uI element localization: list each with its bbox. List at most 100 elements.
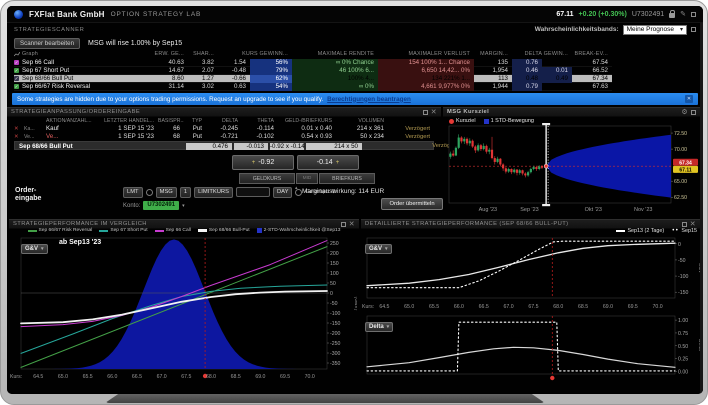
compare-chart[interactable]: 250200150100500-50-100-150-200-250-300-3… [9,235,357,381]
svg-text:66.5: 66.5 [132,374,142,380]
account-label: Konto: [123,203,140,209]
line-swatch [198,229,207,232]
svg-text:-350: -350 [330,361,340,367]
table-row[interactable]: ✓Sep 66/67 Risk Reversal 31.143.020.63 5… [14,83,612,91]
col-max-rendite[interactable]: MAXIMALE RENDITE [292,51,378,57]
checkbox-checked-icon[interactable]: ✓ [14,68,19,73]
expand-icon[interactable] [682,222,687,227]
delayed-status: Verzögert [388,125,434,133]
svg-text:65.0: 65.0 [58,374,68,380]
layout-icon[interactable] [691,12,696,17]
col-letzter-handel: LETZTER HANDEL... [92,118,158,124]
probability-bands-value: Meine Prognose [627,26,674,33]
scrollbar[interactable] [700,23,703,394]
tif-select[interactable]: DAY [273,187,293,198]
probability-bands-select[interactable]: Meine Prognose ▾ [623,25,687,35]
edit-icon[interactable]: ✎ [680,11,686,18]
remove-leg-icon[interactable]: ✕ [14,133,24,141]
svg-text:66.0: 66.0 [107,374,117,380]
account-value: U7302491 [143,201,179,210]
section-label: STRATEGIESCANNER [14,27,84,33]
col-graph[interactable]: Graph [14,51,144,57]
svg-text:0: 0 [678,242,681,248]
col-delta-gewinn[interactable]: DELTA GEWIN... [512,51,572,57]
tab-geldkurs[interactable]: GELDKURS [239,173,295,184]
laptop-bezel: FXFlat Bank GmbH OPTION STRATEGY LAB 67.… [0,0,708,405]
cycle-icon[interactable] [146,189,153,196]
svg-text:-50: -50 [678,258,686,264]
detail-delta-chart[interactable]: 1.000.750.500.250.00Delta [361,312,701,383]
col-geld-brief: GELD-/BRIEFKURS [278,118,336,124]
col-kursgewinn[interactable]: KURS GEWINN... [218,51,292,57]
svg-text:66.0: 66.0 [454,304,464,310]
plus-icon: + [336,160,340,166]
leg-row-sell[interactable]: ✕ Ve... Ve... 1 SEP 15 '23 68 Put -0.721… [14,133,434,141]
svg-text:72.50: 72.50 [674,131,687,137]
gear-icon[interactable]: ⚙ [681,109,688,116]
chevron-down-icon: ▾ [680,26,683,33]
col-sharpe[interactable]: SHAR... [188,51,218,57]
combo-row-selected[interactable]: Sep 68/66 Bull Put 0.476 -0.013 -0.92 x … [14,141,434,150]
svg-text:0.75: 0.75 [678,331,688,337]
bid-price-stepper[interactable]: +-0.92 [232,155,294,170]
close-icon[interactable]: ✕ [690,221,696,228]
brand-name: FXFlat Bank GmbH [29,10,105,19]
svg-text:0.50: 0.50 [678,344,688,350]
col-margin[interactable]: MARGIN... [474,51,512,57]
chevron-down-icon: ▾ [387,324,390,330]
expand-icon[interactable] [423,110,428,115]
kursziel-chart[interactable]: 72.5070.0065.0062.5067.3467.11Aug '23Sep… [444,116,701,214]
lock-icon[interactable] [669,13,675,18]
svg-text:67.0: 67.0 [157,374,167,380]
expand-icon[interactable] [341,222,346,227]
settings-icon[interactable] [691,27,696,32]
symbol-box[interactable]: MSG [156,187,177,198]
svg-text:250: 250 [330,241,339,247]
delta-metric-select[interactable]: Delta▾ [365,322,393,332]
col-max-verlust[interactable]: MAXIMALER VERLUST [378,51,474,57]
compare-subtitle: ab Sep13 '23 [59,239,101,246]
checkbox-checked-icon[interactable]: ✓ [14,84,19,89]
chevron-down-icon[interactable]: ▾ [182,203,185,209]
request-permissions-link[interactable]: Berechtigungen beantragen [327,96,411,103]
submit-order-button[interactable]: Order übermitteln [381,198,443,210]
svg-text:68.5: 68.5 [578,304,588,310]
adjust-column-headers: AKTION/ANZAHL... LETZTER HANDEL... BASIS… [14,118,434,124]
leg-row-buy[interactable]: ✕ Ka... Kauf 1 SEP 15 '23 66 Put -0.245 … [14,125,434,133]
price-type-tabs: GELDKURS MID BRIEFKURS [239,173,375,184]
svg-text:67.5: 67.5 [528,304,538,310]
col-basispreis: BASISPR... [158,118,184,124]
tab-mid[interactable]: MID [296,173,318,184]
order-entry-label: Order- eingabe [15,187,41,203]
metric-select[interactable]: G&V▾ [21,244,48,254]
limit-price-input[interactable] [236,187,270,197]
svg-text:Kurs:: Kurs: [362,304,374,310]
svg-text:69.0: 69.0 [255,374,265,380]
edit-scanner-button[interactable]: Scanner bearbeiten [14,38,80,49]
svg-text:62.50: 62.50 [674,195,687,201]
expand-icon[interactable] [691,110,696,115]
detail-pnl-chart[interactable]: 0-50-100-15064.565.065.566.066.567.067.5… [361,234,701,311]
checkbox-checked-icon[interactable]: ✓ [14,60,19,65]
tab-briefkurs[interactable]: BRIEFKURS [319,173,375,184]
compare-legend: Sep 66/67 Risk Reversal Sep 67 Short Put… [11,228,357,233]
svg-text:150: 150 [330,261,339,267]
close-icon[interactable]: ✕ [349,221,355,228]
remove-leg-icon[interactable]: ✕ [14,125,24,133]
col-erw[interactable]: ERW. GE... [144,51,188,57]
col-typ: TYP [184,118,206,124]
pnl-metric-select[interactable]: G&V▾ [365,244,392,254]
close-icon[interactable]: ✕ [685,95,693,103]
detail-panel-title: DETAILLIERTE STRATEGIEPERFORMANCE (SEP 6… [365,221,679,227]
kursziel-panel-title: MSG Kursziel [447,109,678,115]
order-type-select[interactable]: LMT [123,187,143,198]
close-icon[interactable]: ✕ [431,109,437,116]
col-breakeven[interactable]: BREAK-EV... [572,51,612,57]
ask-price-stepper[interactable]: -0.14+ [297,155,359,170]
app-window: FXFlat Bank GmbH OPTION STRATEGY LAB 67.… [7,6,703,394]
line-swatch [28,230,37,232]
svg-text:66.5: 66.5 [479,304,489,310]
line-swatch [99,230,108,232]
quantity-field[interactable]: 1 [180,187,191,198]
checkbox-checked-icon[interactable]: ✓ [14,76,19,81]
